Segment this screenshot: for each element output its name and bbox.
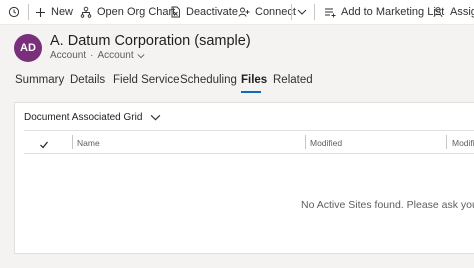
grid-view-selector[interactable]: Document Associated Grid — [24, 112, 161, 123]
tab-details[interactable]: Details — [70, 74, 105, 86]
column-divider — [446, 135, 447, 149]
new-label: New — [51, 6, 74, 18]
subtitle-separator: · — [90, 50, 94, 61]
open-org-chart-button[interactable]: Open Org Chart — [80, 0, 175, 24]
tab-summary[interactable]: Summary — [15, 74, 64, 86]
deactivate-label: Deactivate — [186, 6, 238, 18]
open-org-chart-label: Open Org Chart — [97, 6, 176, 18]
column-divider — [72, 135, 73, 149]
tab-files[interactable]: Files — [241, 74, 267, 86]
empty-state-message: No Active Sites found. Please ask your s… — [301, 199, 474, 211]
new-button[interactable]: New — [35, 0, 73, 24]
form-name: Account — [97, 50, 134, 61]
column-divider — [305, 135, 306, 149]
divider — [24, 130, 474, 131]
record-title: A. Datum Corporation (sample) — [50, 33, 251, 49]
active-tab-indicator — [241, 91, 261, 93]
chevron-down-icon — [297, 9, 307, 15]
record-subtitle: Account · Account — [50, 50, 145, 61]
divider — [28, 4, 29, 20]
assign-label: Assign — [450, 6, 474, 18]
files-card — [14, 102, 474, 254]
connect-people-icon — [238, 7, 250, 17]
assign-person-icon — [433, 7, 443, 18]
add-to-marketing-list-button[interactable]: Add to Marketing List — [324, 0, 444, 24]
tab-scheduling[interactable]: Scheduling — [180, 74, 237, 86]
deactivate-icon — [171, 6, 180, 18]
plus-icon — [36, 7, 45, 17]
assign-button[interactable]: Assign — [433, 0, 474, 24]
form-selector[interactable]: Account — [97, 50, 145, 61]
deactivate-button[interactable]: Deactivate — [170, 0, 238, 24]
column-header-name[interactable]: Name — [77, 138, 100, 148]
divider — [314, 4, 315, 20]
org-chart-icon — [80, 6, 92, 18]
chevron-down-icon — [137, 53, 145, 58]
divider — [24, 153, 474, 154]
tab-related[interactable]: Related — [273, 74, 313, 86]
avatar: AD — [14, 34, 42, 62]
column-header-modified-by[interactable]: Modifie — [452, 138, 474, 148]
grid-view-name: Document Associated Grid — [24, 112, 143, 123]
history-icon — [8, 6, 20, 18]
command-bar: New Open Org Chart Deactivate Connect Ad… — [0, 0, 474, 25]
connect-dropdown-button[interactable] — [297, 0, 312, 24]
connect-label: Connect — [255, 6, 296, 18]
chevron-down-icon — [151, 114, 161, 121]
entity-name: Account — [50, 50, 87, 61]
connect-button[interactable]: Connect — [238, 0, 296, 24]
column-header-modified[interactable]: Modified — [310, 138, 342, 148]
divider — [291, 4, 292, 20]
tab-field-service[interactable]: Field Service — [113, 74, 179, 86]
list-add-icon — [325, 8, 336, 18]
add-to-marketing-list-label: Add to Marketing List — [341, 6, 445, 18]
checkmark-icon — [40, 141, 48, 149]
recent-records-button[interactable] — [8, 0, 25, 24]
